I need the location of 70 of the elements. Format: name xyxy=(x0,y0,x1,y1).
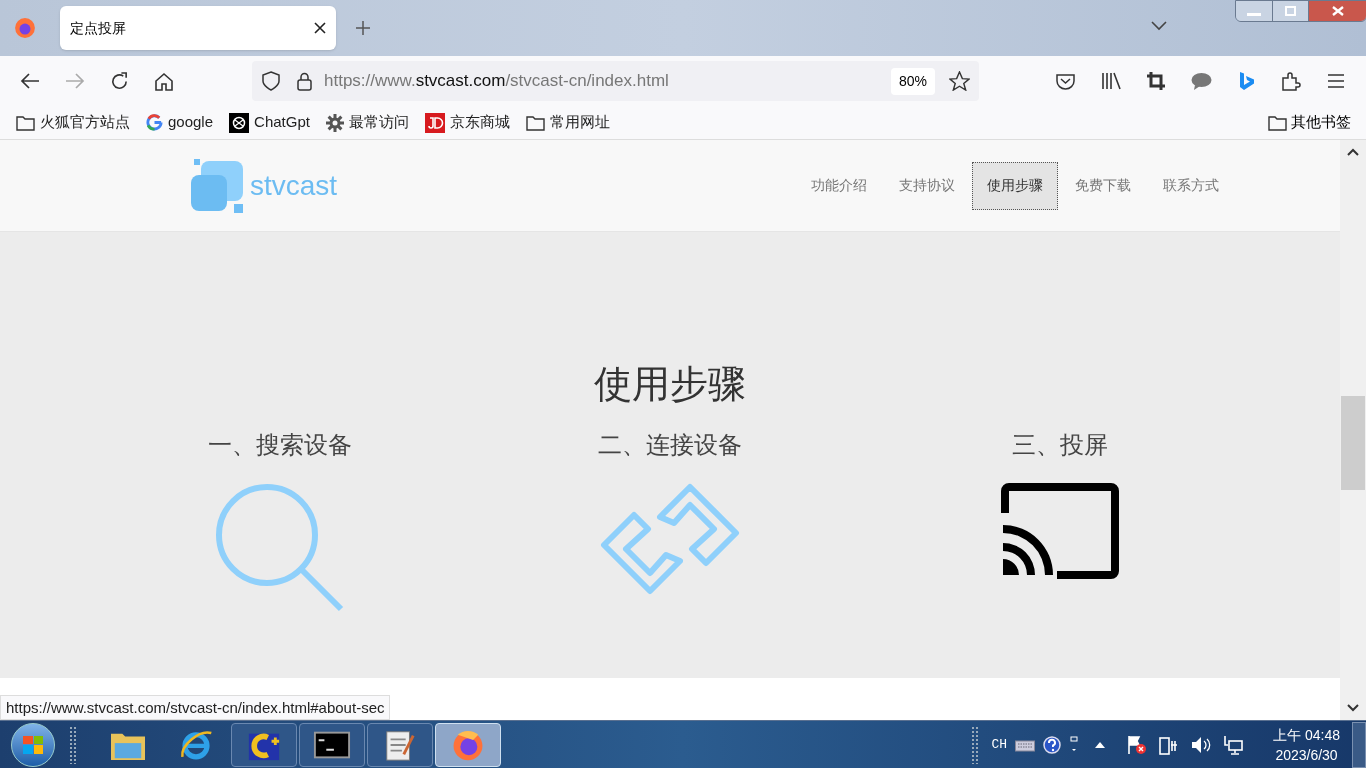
window-caret-icon[interactable] xyxy=(1069,735,1080,754)
step-title: 一、搜索设备 xyxy=(208,430,352,461)
step-title: 二、连接设备 xyxy=(598,430,742,461)
taskbar-button[interactable] xyxy=(231,722,297,767)
section-title: 使用步骤 xyxy=(594,361,746,408)
close-icon xyxy=(1331,6,1344,16)
nav-link[interactable]: 使用步骤 xyxy=(972,161,1058,210)
show-desktop-button[interactable] xyxy=(1352,721,1366,768)
scroll-up-icon[interactable] xyxy=(1347,148,1359,156)
bookmark-item[interactable]: ChatGpt xyxy=(229,111,310,134)
home-icon[interactable] xyxy=(154,71,174,91)
battery-plug-icon[interactable] xyxy=(1159,734,1180,755)
zoom-level[interactable]: 80% xyxy=(890,67,935,95)
restore-button[interactable] xyxy=(1272,1,1308,21)
taskbar-button[interactable] xyxy=(367,722,433,767)
reload-icon[interactable] xyxy=(110,71,129,91)
lock-icon[interactable] xyxy=(297,71,312,91)
scroll-down-icon[interactable] xyxy=(1347,704,1359,712)
taskbar-button[interactable] xyxy=(299,722,365,767)
jd-logo-icon xyxy=(424,112,445,133)
step-title: 三、投屏 xyxy=(1012,430,1108,461)
nav-link[interactable]: 支持协议 xyxy=(884,161,970,210)
keyboard-icon[interactable] xyxy=(1015,737,1036,752)
url-text[interactable]: https://www.stvcast.com/stvcast-cn/index.html xyxy=(324,68,891,94)
start-button[interactable] xyxy=(11,722,55,767)
pocket-icon[interactable] xyxy=(1056,72,1075,90)
chatgpt-logo-icon xyxy=(229,112,250,133)
puzzle-icon[interactable] xyxy=(1282,71,1301,91)
star-icon[interactable] xyxy=(949,71,970,91)
plus-icon[interactable] xyxy=(355,20,371,36)
bing-icon[interactable] xyxy=(1238,71,1256,91)
back-icon[interactable] xyxy=(20,72,40,90)
google-icon xyxy=(146,114,163,131)
bookmark-item[interactable]: 京东商城 xyxy=(424,111,510,134)
cast-icon xyxy=(1001,483,1119,579)
address-bar[interactable]: https://www.stvcast.com/stvcast-cn/index.html 80% xyxy=(252,61,979,101)
nav-link[interactable]: 联系方式 xyxy=(1148,161,1234,210)
network-icon[interactable] xyxy=(1223,734,1244,755)
nav-link[interactable]: 功能介绍 xyxy=(796,161,882,210)
chat-bubble-icon[interactable] xyxy=(1191,72,1212,90)
bookmark-item[interactable]: 火狐官方站点 xyxy=(16,111,130,134)
folder-icon xyxy=(1268,114,1287,131)
close-button[interactable] xyxy=(1308,1,1366,21)
bookmark-item[interactable]: google xyxy=(146,111,214,134)
tray-arrow-icon[interactable] xyxy=(1095,741,1106,748)
chain-link-icon xyxy=(600,483,740,595)
magnifier-icon xyxy=(215,483,345,613)
chevron-down-icon[interactable] xyxy=(1151,21,1167,31)
bookmark-item[interactable]: 最常访问 xyxy=(325,111,409,134)
speaker-icon[interactable] xyxy=(1191,735,1212,754)
language-indicator[interactable]: CH xyxy=(991,734,1008,755)
tab-title: 定点投屏 xyxy=(70,18,127,38)
library-icon[interactable] xyxy=(1101,72,1121,90)
scrollbar-thumb[interactable] xyxy=(1341,396,1365,490)
bookmark-item[interactable]: 常用网址 xyxy=(525,111,610,134)
status-url: https://www.stvcast.com/stvcast-cn/index.html#about-sec xyxy=(0,695,391,720)
shield-icon[interactable] xyxy=(262,71,280,91)
clock[interactable]: 上午 04:48 2023/6/30 xyxy=(1273,724,1340,765)
crop-icon[interactable] xyxy=(1147,72,1165,90)
gear-icon xyxy=(325,113,344,132)
bookmark-item[interactable]: 其他书签 xyxy=(1268,111,1351,134)
close-icon[interactable] xyxy=(314,22,326,34)
firefox-icon[interactable] xyxy=(14,17,36,39)
browser-tab[interactable]: 定点投屏 xyxy=(60,6,336,50)
folder-icon xyxy=(525,114,545,131)
menu-icon[interactable] xyxy=(1327,74,1345,88)
nav-link[interactable]: 免费下载 xyxy=(1060,161,1146,210)
flag-error-icon[interactable] xyxy=(1127,734,1148,755)
help-icon[interactable] xyxy=(1043,735,1062,754)
folder-icon xyxy=(16,114,35,131)
